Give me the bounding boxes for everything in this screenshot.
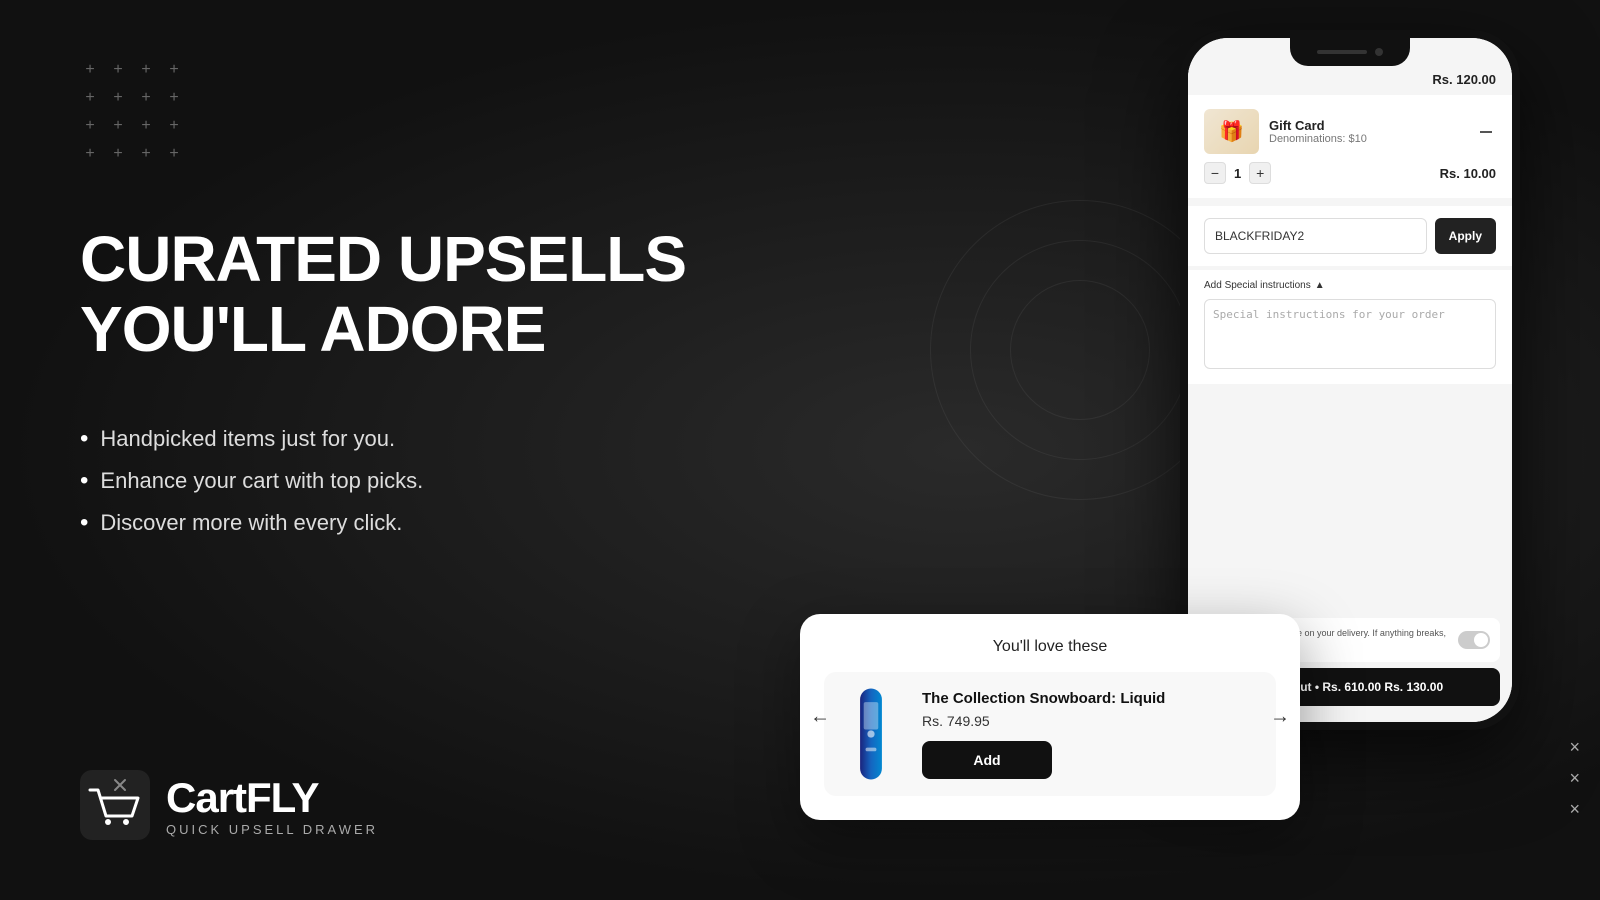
upsell-add-button[interactable]: Add [922, 741, 1052, 779]
plus-11: + [136, 116, 156, 136]
plus-grid: + + + + + + + + + + + + + + + + [80, 60, 800, 164]
upsell-next-button[interactable]: → [1270, 706, 1290, 729]
chevron-up-icon: ▲ [1315, 280, 1325, 291]
plus-4: + [164, 60, 184, 80]
cart-item-image: 🎁 [1204, 109, 1259, 154]
logo-area: CartFLY QUICK UPSELL DRAWER [80, 770, 800, 840]
headline: CURATED UPSELLS YOU'LL ADORE [80, 224, 800, 365]
right-panel: Rs. 120.00 🎁 Gift Card Denominations: $1… [880, 0, 1600, 900]
upsell-product-price: Rs. 749.95 [922, 713, 1264, 729]
notch-bar [1317, 50, 1367, 54]
phone-price-top: Rs. 120.00 [1432, 72, 1496, 87]
toggle-knob [1474, 633, 1488, 647]
plus-8: + [164, 88, 184, 108]
apply-coupon-button[interactable]: Apply [1435, 218, 1496, 254]
special-instructions-section: Add Special instructions ▲ Special instr… [1188, 270, 1512, 384]
upsell-prev-button[interactable]: ← [810, 706, 830, 729]
upsell-product-image [836, 684, 906, 784]
phone-header: Rs. 120.00 [1188, 68, 1512, 95]
cart-card: 🎁 Gift Card Denominations: $10 [1188, 95, 1512, 198]
upsell-product-info: The Collection Snowboard: Liquid Rs. 749… [922, 690, 1264, 779]
headline-line1: CURATED UPSELLS [80, 224, 800, 294]
plus-6: + [108, 88, 128, 108]
quantity-increase-button[interactable]: + [1249, 162, 1271, 184]
quantity-controls: − 1 + Rs. 10.00 [1204, 162, 1496, 184]
delete-item-button[interactable] [1476, 122, 1496, 142]
logo-tagline: QUICK UPSELL DRAWER [166, 822, 378, 837]
upsell-product: The Collection Snowboard: Liquid Rs. 749… [824, 672, 1276, 796]
quantity-value: 1 [1234, 166, 1241, 181]
plus-2: + [108, 60, 128, 80]
cart-item-denomination: Denominations: $10 [1269, 133, 1466, 145]
plus-9: + [80, 116, 100, 136]
x-mark-3: × [1569, 799, 1580, 820]
headline-line2: YOU'LL ADORE [80, 294, 800, 364]
bullet-item-3: Discover more with every click. [80, 509, 800, 537]
gift-icon: 🎁 [1219, 119, 1244, 144]
bullet-list: Handpicked items just for you. Enhance y… [80, 425, 800, 551]
cart-item-price: Rs. 10.00 [1440, 166, 1496, 181]
special-instructions-textarea[interactable]: Special instructions for your order [1204, 299, 1496, 369]
cart-item: 🎁 Gift Card Denominations: $10 [1204, 109, 1496, 154]
plus-3: + [136, 60, 156, 80]
plus-13: + [80, 144, 100, 164]
logo-icon [80, 770, 150, 840]
cart-item-name: Gift Card [1269, 118, 1466, 133]
coupon-input[interactable] [1204, 218, 1427, 254]
bullet-item-2: Enhance your cart with top picks. [80, 467, 800, 495]
notch-dot [1375, 48, 1383, 56]
plus-7: + [136, 88, 156, 108]
plus-15: + [136, 144, 156, 164]
plus-5: + [80, 88, 100, 108]
plus-14: + [108, 144, 128, 164]
logo-name: CartFLY [166, 774, 378, 822]
plus-10: + [108, 116, 128, 136]
plus-1: + [80, 60, 100, 80]
circle-decoration-3 [1010, 280, 1150, 420]
insurance-toggle[interactable] [1458, 631, 1490, 649]
upsell-title: You'll love these [824, 638, 1276, 656]
x-mark-1: × [1569, 737, 1580, 758]
special-instructions-toggle[interactable]: Add Special instructions ▲ [1204, 280, 1496, 291]
logo-text-wrapper: CartFLY QUICK UPSELL DRAWER [166, 774, 378, 837]
special-instructions-label-text: Add Special instructions [1204, 280, 1311, 291]
page: + + + + + + + + + + + + + + + + CURATED … [0, 0, 1600, 900]
quantity-decrease-button[interactable]: − [1204, 162, 1226, 184]
plus-16: + [164, 144, 184, 164]
x-marks: × × × [1569, 737, 1580, 820]
x-mark-2: × [1569, 768, 1580, 789]
cart-item-info: Gift Card Denominations: $10 [1269, 118, 1466, 145]
upsell-product-name: The Collection Snowboard: Liquid [922, 690, 1264, 707]
plus-12: + [164, 116, 184, 136]
snowboard-svg [851, 684, 891, 784]
upsell-card: You'll love these [800, 614, 1300, 820]
coupon-section: Apply [1188, 206, 1512, 266]
left-panel: + + + + + + + + + + + + + + + + CURATED … [0, 0, 880, 900]
phone-notch [1290, 38, 1410, 66]
bullet-item-1: Handpicked items just for you. [80, 425, 800, 453]
